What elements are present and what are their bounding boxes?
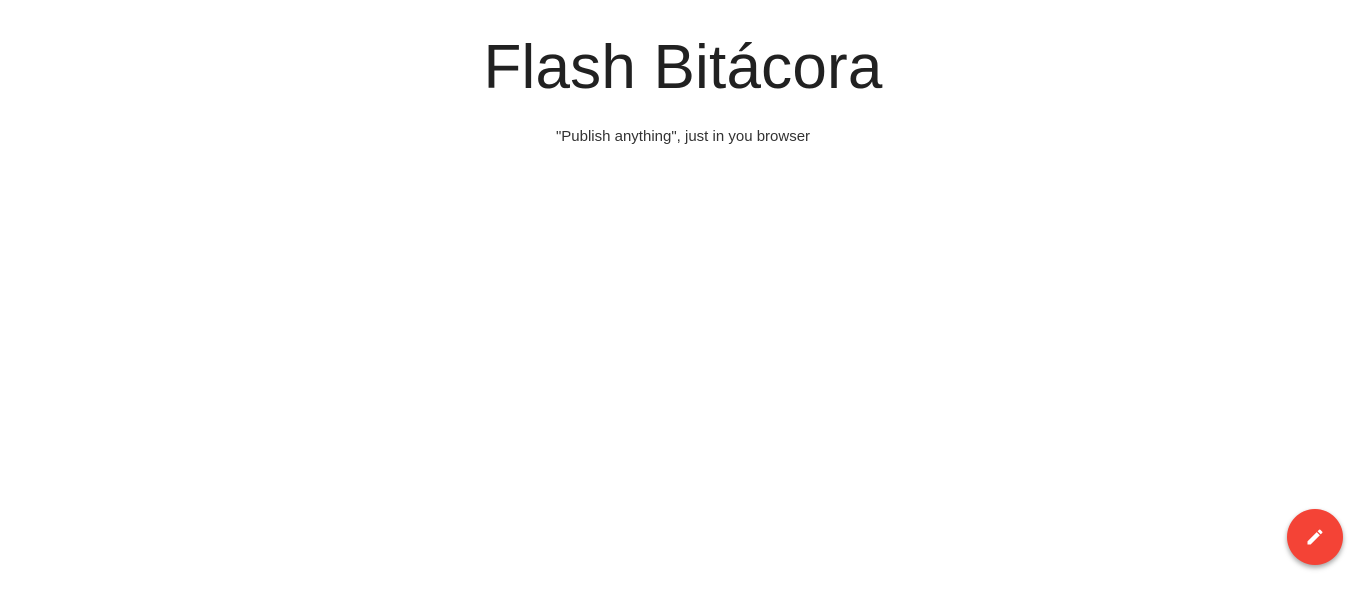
pencil-icon xyxy=(1307,529,1323,545)
compose-fab-button[interactable] xyxy=(1287,509,1343,565)
page-tagline: "Publish anything", just in you browser xyxy=(555,128,811,145)
page-title: Flash Bitácora xyxy=(483,33,883,102)
page: Flash Bitácora "Publish anything", just … xyxy=(0,0,1366,608)
